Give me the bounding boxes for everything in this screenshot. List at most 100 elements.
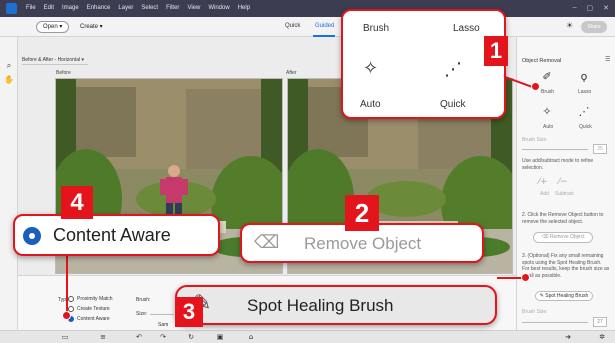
minimize-button[interactable]: – (573, 4, 577, 12)
organizer-icon[interactable]: ▣ (215, 333, 225, 341)
callout4-badge: 4 (61, 186, 93, 219)
app-logo-icon (6, 3, 17, 14)
panel-menu-icon[interactable]: ☰ (605, 57, 610, 64)
panel-spot-healing-button[interactable]: ✎ Spot Healing Brush (535, 291, 593, 301)
menu-help[interactable]: Help (238, 5, 250, 11)
panel-spot-healing-label: Spot Healing Brush (545, 293, 589, 299)
callout1-badge: 1 (484, 36, 508, 66)
open-label: Open (43, 24, 58, 30)
callout3-badge: 3 (175, 297, 203, 327)
view-selector[interactable]: Before & After - Horizontal ▾ (22, 57, 88, 65)
panel-lasso-label: Lasso (578, 89, 592, 95)
add-mode-icon[interactable]: ⁄+ (535, 177, 551, 187)
panel-remove-object-button[interactable]: ⌫ Remove Object (533, 232, 593, 243)
next-arrow-icon[interactable]: ➜ (563, 333, 573, 341)
after-label: After (286, 70, 297, 76)
subtract-mode-icon[interactable]: ⁄− (555, 177, 571, 187)
view-selector-label: Before & After - Horizontal (22, 57, 81, 63)
undo-icon[interactable]: ↶ (134, 333, 144, 341)
callout-spot-healing-brush: ✎ Spot Healing Brush (175, 285, 497, 325)
eraser-icon: ⌫ (254, 232, 280, 253)
option-create-texture-label: Create Texture (77, 306, 110, 312)
callout1-dot (531, 82, 540, 91)
photo-bin-icon[interactable]: ▭ (60, 333, 70, 341)
radio-selected-icon (23, 227, 41, 245)
option-content-aware-label: Content Aware (77, 316, 110, 322)
menu-select[interactable]: Select (141, 5, 158, 11)
rotate-icon[interactable]: ↻ (186, 333, 196, 341)
callout4-dot (62, 311, 71, 320)
menu-items: File Edit Image Enhance Layer Select Fil… (26, 5, 250, 11)
share-button[interactable]: Share (581, 21, 607, 33)
panel-auto-icon[interactable]: ✧ (539, 105, 555, 118)
maximize-button[interactable]: ▢ (587, 4, 594, 12)
sun-icon[interactable]: ☀ (566, 21, 573, 30)
bottom-taskbar: ▭ ≡ ↶ ↷ ↻ ▣ ⌂ ➜ ✲ (0, 330, 615, 343)
auto-wand-icon[interactable]: ✧ (363, 58, 378, 79)
subtract-mode-label: Subtract (555, 191, 574, 197)
callout4-label: Content Aware (53, 225, 171, 245)
callout1-auto-label: Auto (360, 99, 381, 110)
callout-content-aware: Content Aware (13, 214, 220, 256)
menu-file[interactable]: File (26, 5, 36, 11)
menu-image[interactable]: Image (62, 5, 79, 11)
size-slider[interactable] (150, 314, 174, 315)
brush-size-field-2[interactable]: 27 (593, 317, 607, 327)
settings-gear-icon[interactable]: ✲ (597, 333, 607, 341)
menu-view[interactable]: View (187, 5, 200, 11)
callout-selection-tools: Brush Lasso ✧ ⋰ Auto Quick (341, 9, 506, 119)
tools-column: ⌕ ✋ (0, 37, 18, 343)
redo-icon[interactable]: ↷ (158, 333, 168, 341)
window-controls: – ▢ ✕ (573, 4, 609, 12)
sample-label: Sam (158, 322, 169, 328)
add-subtract-text: Use add/subtract mode to refine selectio… (522, 158, 594, 171)
brush-size-slider-2[interactable] (522, 322, 588, 323)
step3-text: 3. (Optional) Fix any small remaining sp… (522, 253, 610, 279)
home-icon[interactable]: ⌂ (246, 333, 256, 341)
add-mode-label: Add (540, 191, 549, 197)
tab-guided[interactable]: Guided (315, 23, 334, 29)
brush-size-slider[interactable] (522, 149, 588, 150)
callout1-quick-label: Quick (440, 99, 466, 110)
create-menu[interactable]: Create ▾ (80, 23, 103, 30)
option-proximity-match[interactable]: Proximity Match (68, 296, 113, 302)
option-create-texture[interactable]: Create Texture (68, 306, 110, 312)
panel-title: Object Removal (522, 58, 562, 64)
close-button[interactable]: ✕ (603, 4, 609, 12)
menu-window[interactable]: Window (208, 5, 229, 11)
radio-proximity[interactable] (68, 296, 74, 302)
panel-remove-object-label: Remove Object (550, 234, 585, 240)
callout1-lasso-label: Lasso (453, 23, 480, 34)
callout2-label: Remove Object (304, 234, 422, 253)
quick-select-icon[interactable]: ⋰ (444, 59, 462, 80)
panel-quick-label: Quick (579, 124, 592, 130)
brush-size-field[interactable]: 25 (593, 144, 607, 154)
create-label: Create (80, 24, 99, 30)
menu-edit[interactable]: Edit (44, 5, 54, 11)
brush-size-label: Brush Size: (522, 137, 548, 143)
callout2-badge: 2 (345, 195, 379, 231)
menu-layer[interactable]: Layer (118, 5, 133, 11)
callout3-label: Spot Healing Brush (247, 296, 394, 315)
brush-label: Brush: (136, 297, 151, 303)
panel-quick-icon[interactable]: ⋰ (576, 105, 592, 118)
menu-filter[interactable]: Filter (166, 5, 179, 11)
open-button[interactable]: Open ▾ (36, 21, 70, 33)
tool-options-icon[interactable]: ≡ (98, 333, 108, 341)
top-toolbar: Open ▾ Create ▾ Quick Guided ☀ Share (0, 17, 615, 37)
panel-brush-icon[interactable]: ✐ (539, 70, 555, 83)
brush-size-label-2: Brush Size: (522, 309, 548, 315)
panel-lasso-icon[interactable]: ϙ (576, 70, 592, 83)
step2-text: 2. Click the Remove Object button to rem… (522, 212, 604, 225)
before-label: Before (56, 70, 71, 76)
callout3-connector (497, 277, 523, 279)
panel-brush-label: Brush (541, 89, 555, 95)
magnifier-icon[interactable]: ⌕ (4, 61, 14, 71)
tab-quick[interactable]: Quick (285, 23, 300, 29)
callout3-dot (521, 273, 530, 282)
size-label: Size: (136, 311, 148, 317)
option-content-aware[interactable]: Content Aware (68, 316, 110, 322)
callout4-connector (66, 247, 68, 314)
hand-icon[interactable]: ✋ (4, 75, 14, 85)
menu-enhance[interactable]: Enhance (87, 5, 111, 11)
